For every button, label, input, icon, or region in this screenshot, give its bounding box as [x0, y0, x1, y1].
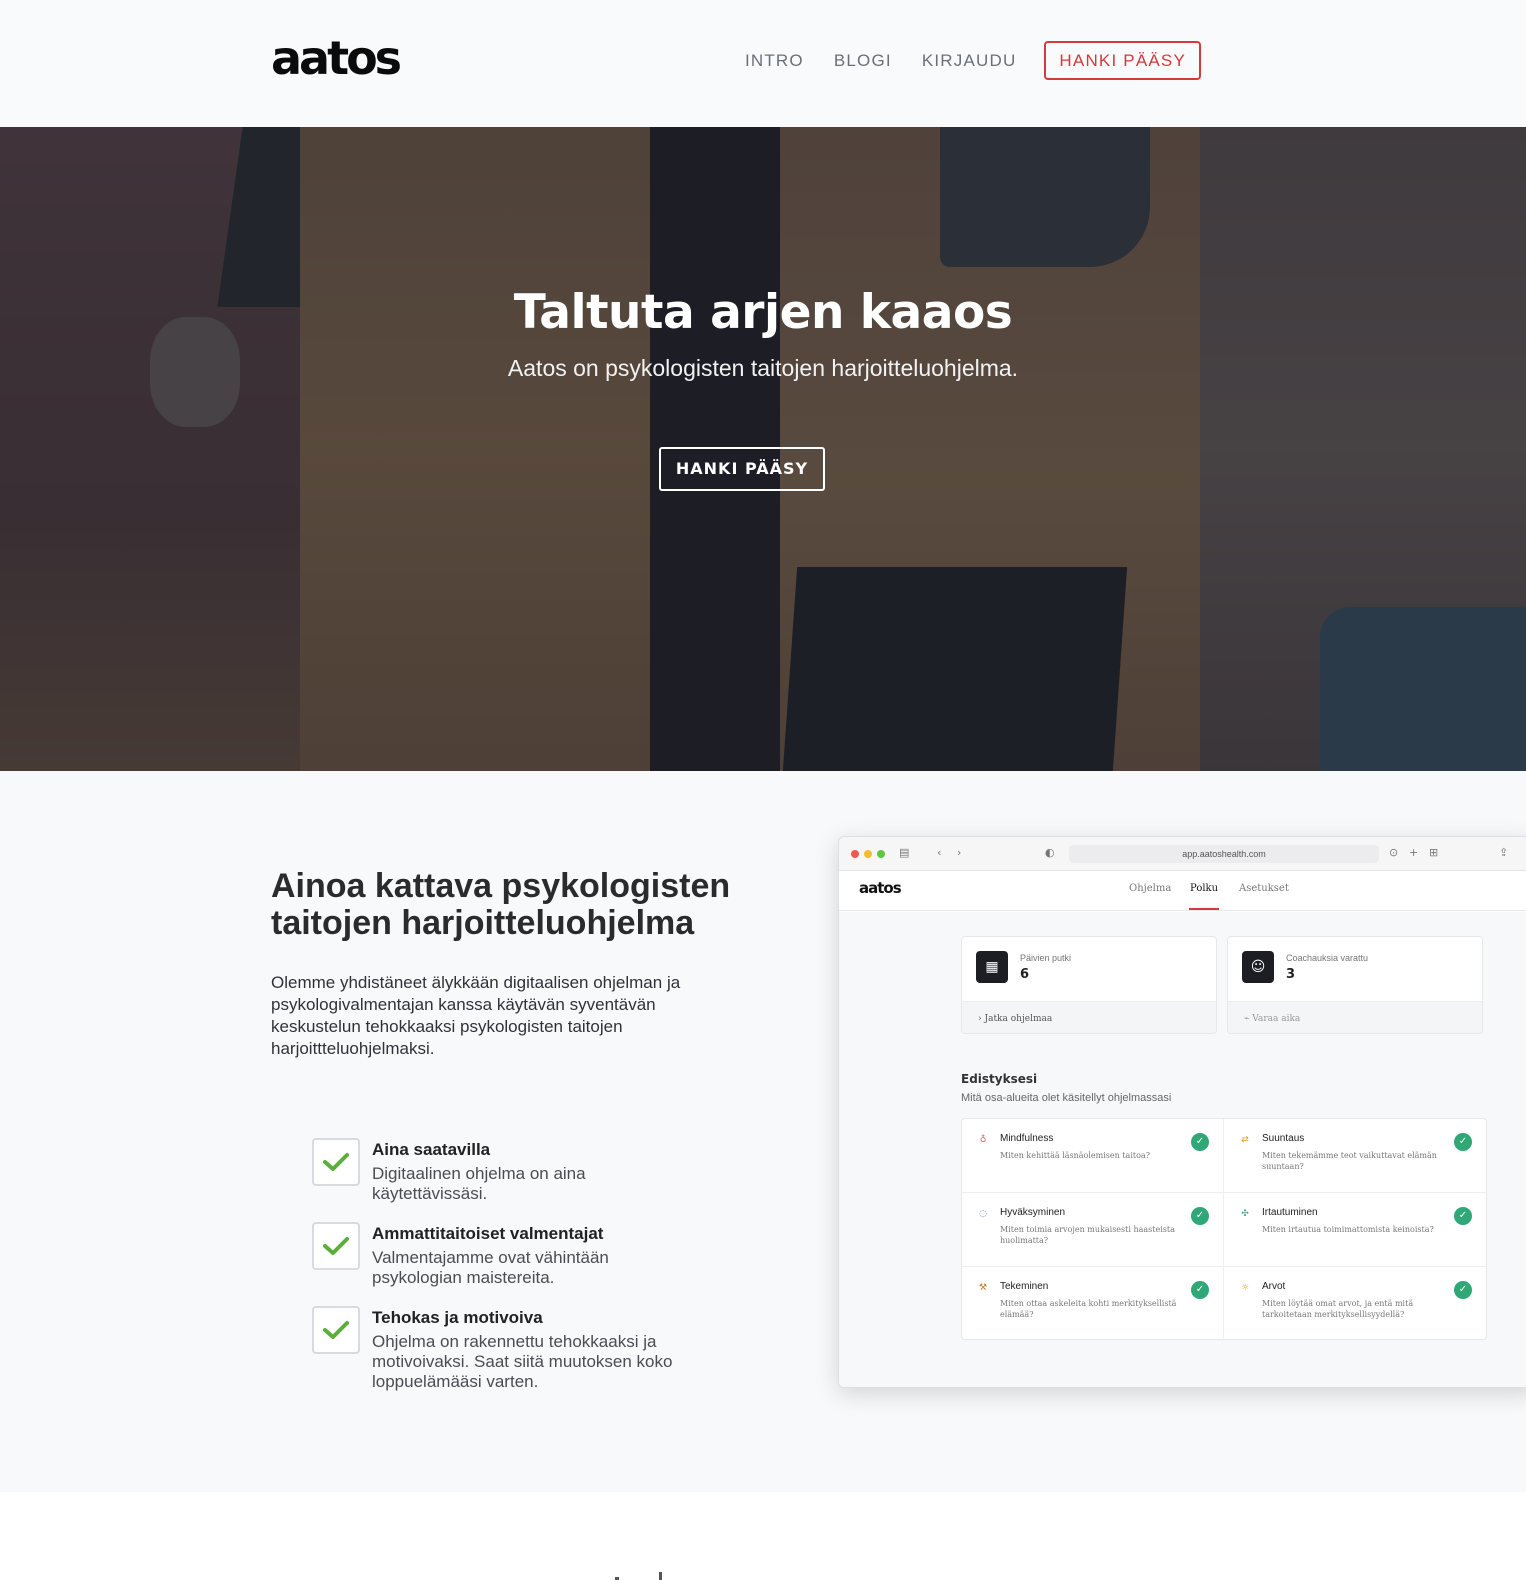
app-tab-asetukset: Asetukset	[1239, 883, 1289, 894]
area-title: Irtautuminen	[1262, 1207, 1318, 1218]
progress-title: Edistyksesi	[961, 1072, 1038, 1086]
stat-footer-label: Jatka ohjelmaa	[984, 1014, 1053, 1024]
stat-card-streak: ▦ Päivien putki 6 › Jatka ohjelmaa	[961, 936, 1217, 1034]
area-card-mindfulness: ♁ Mindfulness Miten kehittää läsnäolemis…	[962, 1119, 1224, 1193]
feature-title: Aina saatavilla	[372, 1140, 491, 1159]
features-title: Ainoa kattava psykologisten taitojen har…	[271, 867, 731, 942]
get-access-button[interactable]: HANKI PÄÄSY	[1044, 41, 1201, 80]
tabs-grid-icon: ⊞	[1429, 846, 1439, 859]
app-body: ▦ Päivien putki 6 › Jatka ohjelmaa ☺ Coa…	[839, 912, 1526, 1387]
feature-text: Digitaalinen ohjelma on aina käytettävis…	[372, 1164, 586, 1203]
hero-section: Taltuta arjen kaaos Aatos on psykologist…	[0, 127, 1526, 771]
site-header: aatos INTRO BLOGI KIRJAUDU HANKI PÄÄSY	[0, 0, 1526, 127]
completed-badge-icon: ✓	[1454, 1281, 1472, 1299]
maximize-dot-icon	[877, 850, 885, 858]
release-icon: ✣	[1241, 1209, 1249, 1219]
app-logo: aatos	[859, 879, 902, 897]
area-card-tekeminen: ⚒ Tekeminen Miten ottaa askeleita kohti …	[962, 1267, 1224, 1341]
area-card-hyvaksyminen: ◌ Hyväksyminen Miten toimia arvojen muka…	[962, 1193, 1224, 1267]
main-nav: INTRO BLOGI KIRJAUDU HANKI PÄÄSY	[715, 41, 1201, 80]
share-icon: ⇪	[1499, 846, 1509, 859]
completed-badge-icon: ✓	[1454, 1207, 1472, 1225]
area-text: Miten löytää omat arvot, ja entä mitä ta…	[1262, 1299, 1414, 1319]
stat-label: Päivien putki	[1020, 953, 1072, 963]
coach-icon: ☺	[1242, 951, 1274, 983]
area-title: Hyväksyminen	[1000, 1207, 1066, 1218]
browser-toolbar: ▤ ‹ › ◐ app.aatoshealth.com ⊙ + ⊞ ⇪	[839, 837, 1526, 871]
shield-icon: ◐	[1045, 846, 1055, 859]
stat-footer: › Jatka ohjelmaa	[962, 1001, 1216, 1033]
hero-subtitle: Aatos on psykologisten taitojen harjoitt…	[507, 355, 1019, 381]
acceptance-icon: ◌	[979, 1209, 987, 1219]
stat-footer: ⌁ Varaa aika	[1228, 1001, 1482, 1033]
feature-title: Ammattitaitoiset valmentajat	[372, 1224, 604, 1243]
address-bar: app.aatoshealth.com	[1069, 845, 1379, 863]
area-text: Miten ottaa askeleita kohti merkityksell…	[1000, 1299, 1177, 1319]
close-dot-icon	[851, 850, 859, 858]
area-text: Miten tekemämme teot vaikuttavat elämän …	[1262, 1151, 1437, 1171]
area-text: Miten toimia arvojen mukaisesti haasteis…	[1000, 1225, 1175, 1245]
progress-grid: ♁ Mindfulness Miten kehittää läsnäolemis…	[961, 1118, 1487, 1341]
checkmark-icon	[312, 1138, 360, 1186]
direction-icon: ⇄	[1241, 1135, 1249, 1145]
stat-label: Coachauksia varattu	[1286, 953, 1369, 963]
completed-badge-icon: ✓	[1191, 1133, 1209, 1151]
app-screenshot: ▤ ‹ › ◐ app.aatoshealth.com ⊙ + ⊞ ⇪ aato…	[838, 836, 1526, 1388]
area-text: Miten kehittää läsnäolemisen taitoa?	[1000, 1151, 1150, 1160]
nav-link-kirjaudu[interactable]: KIRJAUDU	[922, 42, 1017, 80]
minimize-dot-icon	[864, 850, 872, 858]
progress-subtitle: Mitä osa-alueita olet käsitellyt ohjelma…	[961, 1092, 1172, 1104]
features-description: Olemme yhdistäneet älykkään digitaalisen…	[271, 973, 681, 1058]
back-icon: ‹	[937, 846, 942, 859]
area-card-irtautuminen: ✣ Irtautuminen Miten irtautua toimimatto…	[1224, 1193, 1486, 1267]
stat-value: 6	[1020, 967, 1030, 982]
stat-footer-label: Varaa aika	[1252, 1014, 1301, 1024]
hero-title: Taltuta arjen kaaos	[513, 285, 1013, 340]
checkmark-icon	[312, 1306, 360, 1354]
stat-value: 3	[1286, 967, 1296, 982]
feature-title: Tehokas ja motivoiva	[372, 1308, 543, 1327]
active-tab-indicator	[1189, 908, 1219, 910]
sidebar-toggle-icon: ▤	[899, 846, 910, 859]
area-card-suuntaus: ⇄ Suuntaus Miten tekemämme teot vaikutta…	[1224, 1119, 1486, 1193]
nav-link-intro[interactable]: INTRO	[745, 42, 804, 80]
area-text: Miten irtautua toimimattomista keinoista…	[1262, 1225, 1434, 1234]
site-logo[interactable]: aatos	[271, 28, 402, 88]
area-title: Tekeminen	[1000, 1281, 1049, 1292]
app-tab-polku: Polku	[1190, 883, 1219, 894]
forward-icon: ›	[957, 846, 962, 859]
area-title: Mindfulness	[1000, 1133, 1054, 1144]
mindfulness-icon: ♁	[979, 1135, 987, 1145]
feature-text: Valmentajamme ovat vähintään psykologian…	[372, 1248, 609, 1287]
area-card-arvot: ☼ Arvot Miten löytää omat arvot, ja entä…	[1224, 1267, 1486, 1341]
completed-badge-icon: ✓	[1191, 1281, 1209, 1299]
area-title: Suuntaus	[1262, 1133, 1305, 1144]
new-tab-icon: +	[1409, 846, 1419, 859]
area-title: Arvot	[1262, 1281, 1286, 1292]
app-tab-ohjelma: Ohjelma	[1129, 883, 1172, 894]
stat-card-coaching: ☺ Coachauksia varattu 3 ⌁ Varaa aika	[1227, 936, 1483, 1034]
cut-off-heading-fragment	[615, 1572, 662, 1580]
download-icon: ⊙	[1389, 846, 1399, 859]
hero-get-access-button[interactable]: HANKI PÄÄSY	[659, 447, 825, 491]
app-nav: aatos Ohjelma Polku Asetukset	[839, 871, 1526, 911]
completed-badge-icon: ✓	[1191, 1207, 1209, 1225]
action-icon: ⚒	[978, 1283, 988, 1293]
next-section	[0, 1492, 1526, 1580]
sun-icon: ☼	[1240, 1283, 1250, 1293]
feature-text: Ohjelma on rakennettu tehokkaaksi ja mot…	[372, 1332, 673, 1391]
completed-badge-icon: ✓	[1454, 1133, 1472, 1151]
checkmark-icon	[312, 1222, 360, 1270]
nav-link-blogi[interactable]: BLOGI	[834, 42, 892, 80]
calendar-icon: ▦	[976, 951, 1008, 983]
